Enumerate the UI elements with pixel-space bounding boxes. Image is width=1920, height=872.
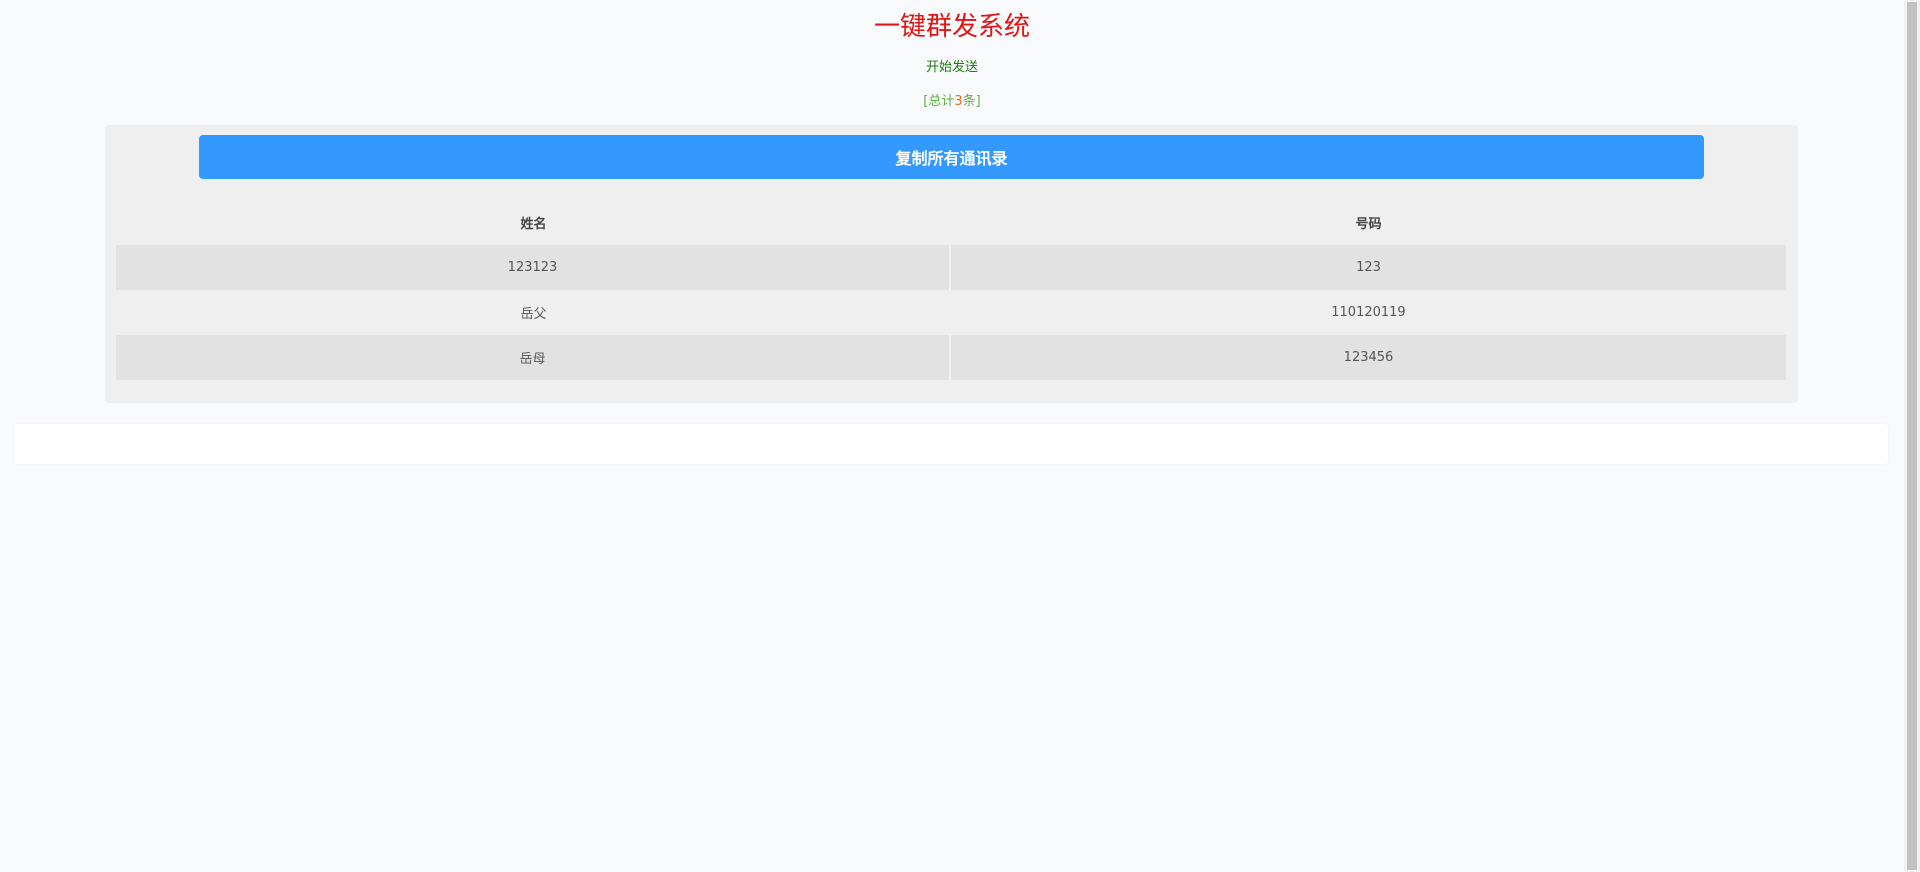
total-count-label: [总计3条] (0, 90, 1904, 109)
page: 一键群发系统 开始发送 [总计3条] 复制所有通讯录 姓名 号码 123123 … (0, 0, 1904, 872)
contact-phone: 123 (951, 245, 1786, 290)
total-suffix: 条] (962, 94, 981, 109)
total-prefix: [总计 (923, 94, 955, 109)
table-header-row: 姓名 号码 (116, 200, 1786, 245)
empty-content-box (15, 424, 1888, 464)
contact-name: 123123 (116, 245, 951, 290)
table-row: 岳父 110120119 (116, 290, 1786, 335)
contact-phone: 110120119 (951, 290, 1786, 335)
page-title: 一键群发系统 (873, 12, 1030, 42)
copy-all-contacts-button[interactable]: 复制所有通讯录 (199, 135, 1704, 179)
table-row: 123123 123 (116, 245, 1786, 290)
contacts-table: 姓名 号码 123123 123 岳父 110120119 岳母 123456 (116, 200, 1786, 380)
scrollbar-thumb[interactable] (1907, 2, 1917, 870)
table-row: 岳母 123456 (116, 335, 1786, 380)
column-header-name: 姓名 (520, 217, 547, 232)
total-count-number: 3 (954, 94, 963, 109)
contacts-panel: 复制所有通讯录 姓名 号码 123123 123 岳父 110120119 岳母… (105, 125, 1798, 403)
vertical-scrollbar[interactable] (1904, 0, 1920, 872)
contact-phone: 123456 (951, 335, 1786, 380)
contact-name: 岳母 (116, 335, 951, 380)
contact-name: 岳父 (116, 290, 951, 335)
column-header-phone: 号码 (1355, 217, 1382, 232)
start-send-link[interactable]: 开始发送 (0, 56, 1904, 75)
